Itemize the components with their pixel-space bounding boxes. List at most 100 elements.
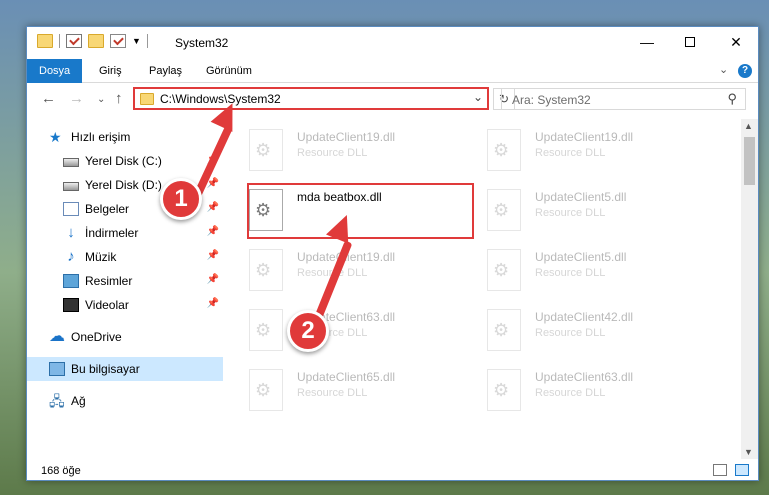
tab-giris[interactable]: Giriş	[87, 59, 134, 83]
search-placeholder[interactable]: Ara: System32	[512, 93, 591, 107]
forward-button[interactable]: →	[69, 90, 84, 107]
sidebar-item-label: Resimler	[85, 274, 133, 288]
vertical-scrollbar[interactable]: ▲ ▼	[741, 119, 758, 459]
download-icon: ↓	[67, 224, 75, 241]
close-button[interactable]: ✕	[713, 27, 759, 57]
large-icons-view-icon[interactable]	[735, 464, 749, 476]
sidebar-item-label: Bu bilgisayar	[71, 362, 140, 376]
file-type: Resource DLL	[535, 207, 606, 219]
folder-icon	[140, 93, 154, 105]
music-icon: ♪	[67, 248, 75, 265]
file-item[interactable]: UpdateClient63.dll Resource DLL	[465, 363, 695, 417]
chevron-down-icon[interactable]: ▼	[132, 36, 141, 46]
dll-file-icon	[487, 309, 521, 351]
file-item[interactable]: UpdateClient5.dll Resource DLL	[465, 183, 695, 237]
sidebar-item-label: Ağ	[71, 394, 86, 408]
scroll-up-icon[interactable]: ▲	[744, 121, 753, 131]
sidebar-item-label: Yerel Disk (D:)	[85, 178, 162, 192]
computer-icon	[49, 362, 65, 376]
drive-icon	[63, 157, 79, 167]
sidebar-item-this-pc[interactable]: Bu bilgisayar	[27, 357, 223, 381]
tab-gorunum[interactable]: Görünüm	[194, 59, 264, 83]
window-title: System32	[175, 36, 229, 50]
file-item[interactable]: UpdateClient19.dll Resource DLL	[227, 123, 457, 177]
divider	[146, 34, 148, 48]
recent-locations-button[interactable]: ⌄	[97, 94, 105, 105]
address-bar[interactable]: C:\Windows\System32 ⌄	[133, 87, 489, 110]
maximize-button[interactable]	[667, 27, 713, 57]
file-item[interactable]: UpdateClient63.dll Resource DLL	[227, 303, 457, 357]
pin-icon[interactable]: 📌	[207, 298, 219, 309]
file-name: UpdateClient65.dll	[297, 370, 396, 384]
sidebar-item-videos[interactable]: Videolar 📌	[27, 293, 223, 317]
network-icon: 🖧	[49, 393, 65, 409]
pin-icon[interactable]: 📌	[207, 226, 219, 237]
minimize-icon: —	[640, 34, 654, 50]
sidebar-item-quick-access[interactable]: ★ Hızlı erişim	[27, 125, 223, 149]
ribbon-tabs: Dosya Giriş Paylaş Görünüm ⌄ ?	[27, 59, 758, 83]
file-item[interactable]: UpdateClient65.dll Resource DLL	[227, 363, 457, 417]
tab-paylas[interactable]: Paylaş	[137, 59, 194, 83]
pin-icon[interactable]: 📌	[207, 274, 219, 285]
file-type: Resource DLL	[535, 147, 606, 159]
scrollbar-thumb[interactable]	[744, 137, 755, 185]
file-name: UpdateClient5.dll	[535, 250, 627, 264]
customize-toolbar-icon[interactable]	[110, 34, 126, 48]
dll-file-icon	[249, 249, 283, 291]
folder-icon	[37, 34, 53, 48]
search-icon[interactable]: ⚲	[727, 91, 737, 107]
chevron-down-icon[interactable]: ⌄	[473, 90, 483, 104]
file-name: UpdateClient19.dll	[535, 130, 634, 144]
dll-file-icon	[487, 189, 521, 231]
file-name: UpdateClient5.dll	[535, 190, 627, 204]
dll-file-icon	[487, 249, 521, 291]
file-item[interactable]: UpdateClient19.dll Resource DLL	[465, 123, 695, 177]
sidebar-item-label: Belgeler	[85, 202, 130, 216]
explorer-window: ▼ System32 — ✕ Dosya Giriş Paylaş Görünü…	[26, 26, 759, 481]
up-button[interactable]: ↑	[115, 90, 123, 107]
file-type: Resource DLL	[297, 147, 368, 159]
help-icon[interactable]: ?	[738, 64, 752, 78]
new-folder-icon[interactable]	[88, 34, 104, 48]
sidebar-item-music[interactable]: ♪ Müzik 📌	[27, 245, 223, 269]
file-name: UpdateClient63.dll	[535, 370, 634, 384]
sidebar-item-network[interactable]: 🖧 Ağ	[27, 389, 223, 413]
sidebar-item-label: Videolar	[85, 298, 129, 312]
search-box[interactable]: Ara: System32 ⚲	[501, 88, 746, 110]
sidebar-item-label: OneDrive	[71, 330, 122, 344]
dll-file-icon	[487, 129, 521, 171]
video-icon	[63, 298, 79, 312]
sidebar-item-pictures[interactable]: Resimler 📌	[27, 269, 223, 293]
properties-icon[interactable]	[66, 34, 82, 48]
sidebar-item-label: Hızlı erişim	[71, 130, 131, 144]
dll-file-icon	[249, 309, 283, 351]
status-bar: 168 öğe	[27, 461, 758, 481]
file-type: Resource DLL	[535, 387, 606, 399]
expand-ribbon-icon[interactable]: ⌄	[719, 63, 728, 76]
pin-icon[interactable]: 📌	[207, 250, 219, 261]
quick-access-toolbar: ▼	[37, 34, 148, 48]
back-button[interactable]: ←	[41, 90, 56, 107]
minimize-button[interactable]: —	[624, 27, 670, 57]
file-highlight-box	[247, 183, 474, 239]
file-name: UpdateClient19.dll	[297, 130, 396, 144]
file-list: UpdateClient19.dll Resource DLL UpdateCl…	[227, 119, 742, 459]
file-item[interactable]: UpdateClient5.dll Resource DLL	[465, 243, 695, 297]
sidebar-item-downloads[interactable]: ↓ İndirmeler 📌	[27, 221, 223, 245]
sidebar-item-disk-c[interactable]: Yerel Disk (C:) 📌	[27, 149, 223, 173]
details-view-icon[interactable]	[713, 464, 727, 476]
navigation-bar: ← → ⌄ ↑ C:\Windows\System32 ⌄ ↻ Ara: Sys…	[27, 84, 758, 116]
dll-file-icon	[487, 369, 521, 411]
callout-badge-2: 2	[287, 310, 329, 352]
title-bar: ▼ System32 — ✕	[27, 27, 758, 59]
maximize-icon	[685, 37, 695, 47]
file-type: Resource DLL	[535, 327, 606, 339]
file-item[interactable]: UpdateClient42.dll Resource DLL	[465, 303, 695, 357]
scroll-down-icon[interactable]: ▼	[744, 447, 753, 457]
sidebar-item-onedrive[interactable]: ☁ OneDrive	[27, 325, 223, 349]
dll-file-icon	[249, 369, 283, 411]
pin-icon[interactable]: 📌	[207, 202, 219, 213]
tab-dosya[interactable]: Dosya	[27, 59, 83, 83]
file-type: Resource DLL	[535, 267, 606, 279]
dll-file-icon	[249, 129, 283, 171]
